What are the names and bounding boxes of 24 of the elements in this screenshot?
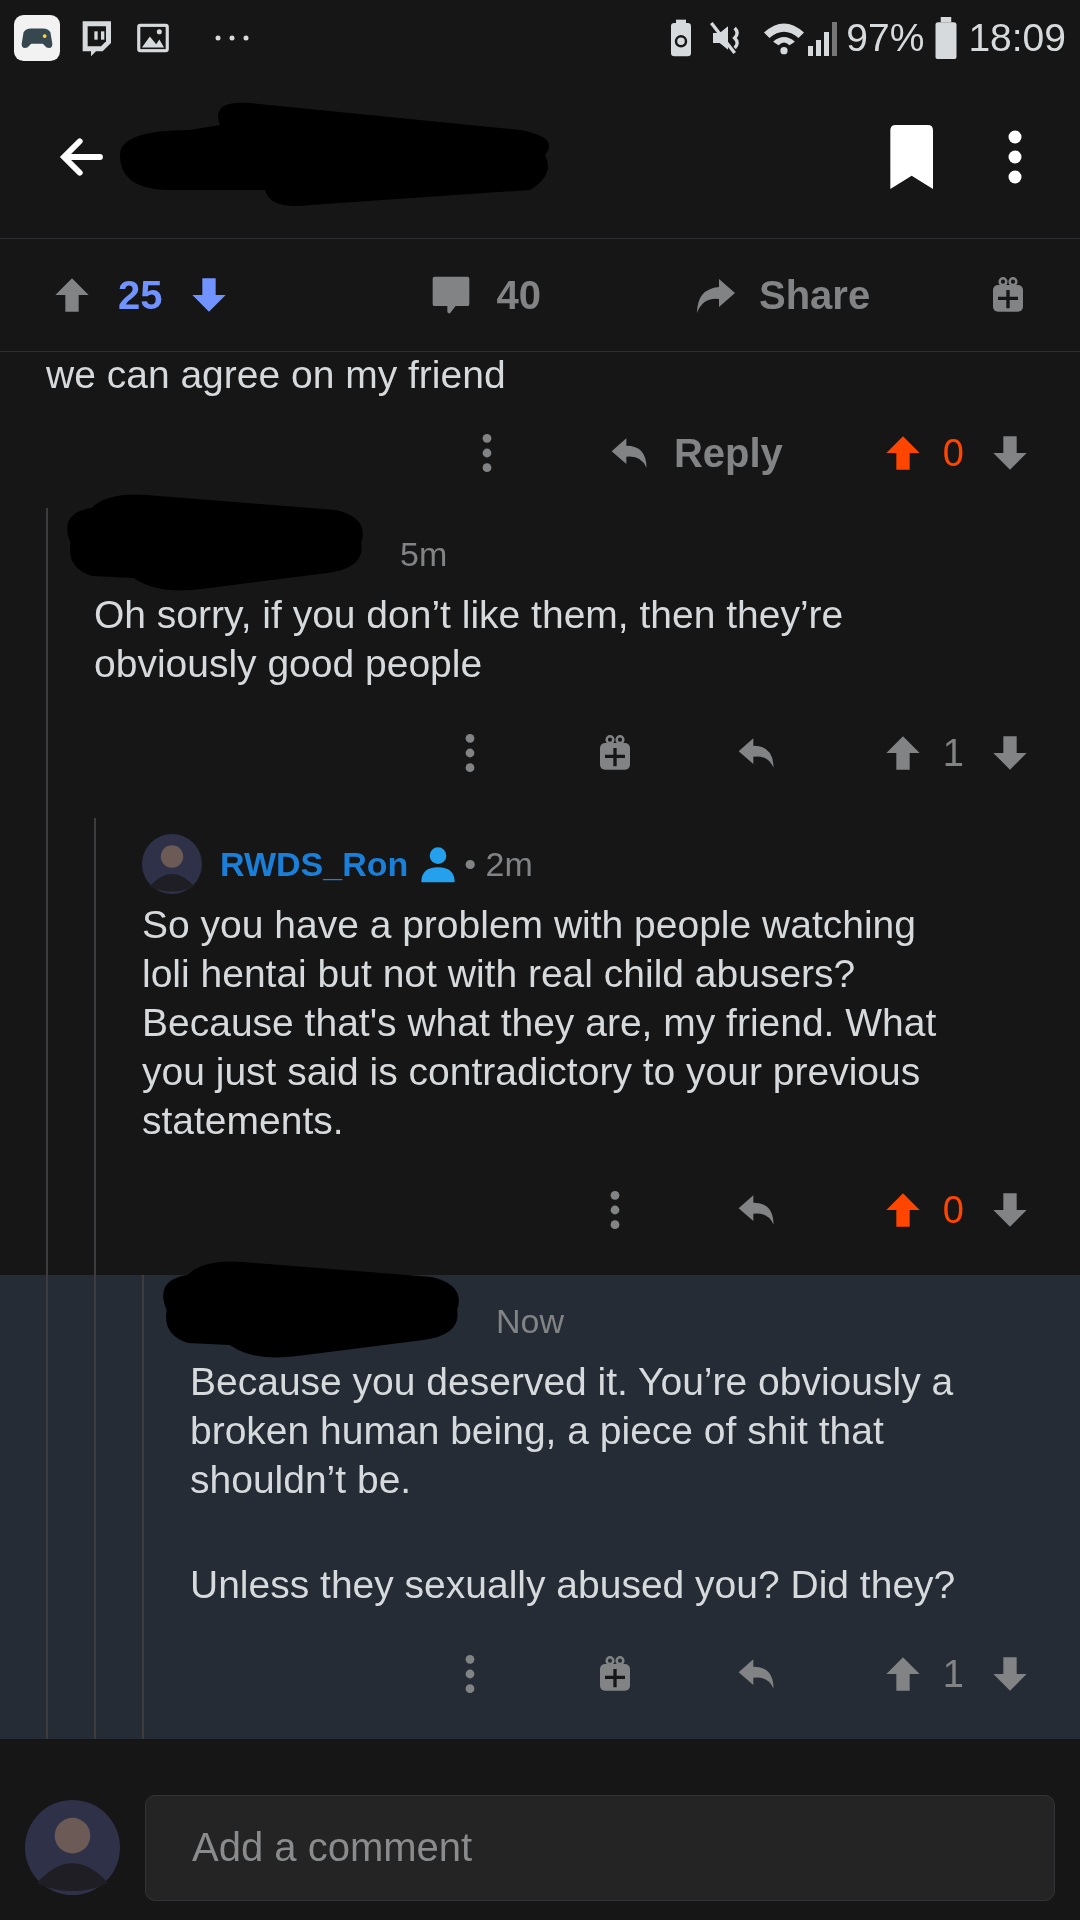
- share-button[interactable]: Share: [691, 265, 871, 325]
- comment-text: Unless they sexually abused you? Did they?: [190, 1562, 957, 1608]
- comment-text: Because you deserved it. You’re obviously a broken human being, a piece of shit that shouldn’t be.: [190, 1359, 955, 1503]
- comment-text: we can agree on my friend: [46, 352, 507, 398]
- reply-button[interactable]: Reply: [607, 423, 783, 483]
- comment-field[interactable]: Add a comment: [145, 1794, 1055, 1901]
- vote-score: 1: [942, 1651, 964, 1697]
- battery-percent: 97%: [846, 18, 925, 57]
- avatar-icon[interactable]: [25, 1800, 120, 1895]
- vote-score: 0: [942, 430, 964, 476]
- username[interactable]: RWDS_Ron: [220, 838, 409, 890]
- avatar-icon[interactable]: [142, 834, 202, 894]
- comment-time: 5m: [400, 533, 448, 575]
- vote-score: 1: [942, 730, 964, 776]
- comment-time: Now: [496, 1300, 565, 1342]
- controller-app-icon: [14, 14, 60, 61]
- vote-score: 0: [942, 1187, 964, 1233]
- battery-icon: [934, 16, 959, 59]
- comment-text: So you have a problem with people watching loli hentai but not with real child abusers? Because that's what they are, my friend. What you just said is contradictory to your previous statements.: [142, 902, 938, 1144]
- comment-text: Oh sorry, if you don’t like them, then they’re obviously good people: [94, 592, 845, 687]
- clock: 18:09: [968, 18, 1066, 57]
- vote-score: 25: [118, 272, 163, 319]
- comment-count: 40: [496, 272, 541, 319]
- comment-time: • 2m: [464, 843, 533, 885]
